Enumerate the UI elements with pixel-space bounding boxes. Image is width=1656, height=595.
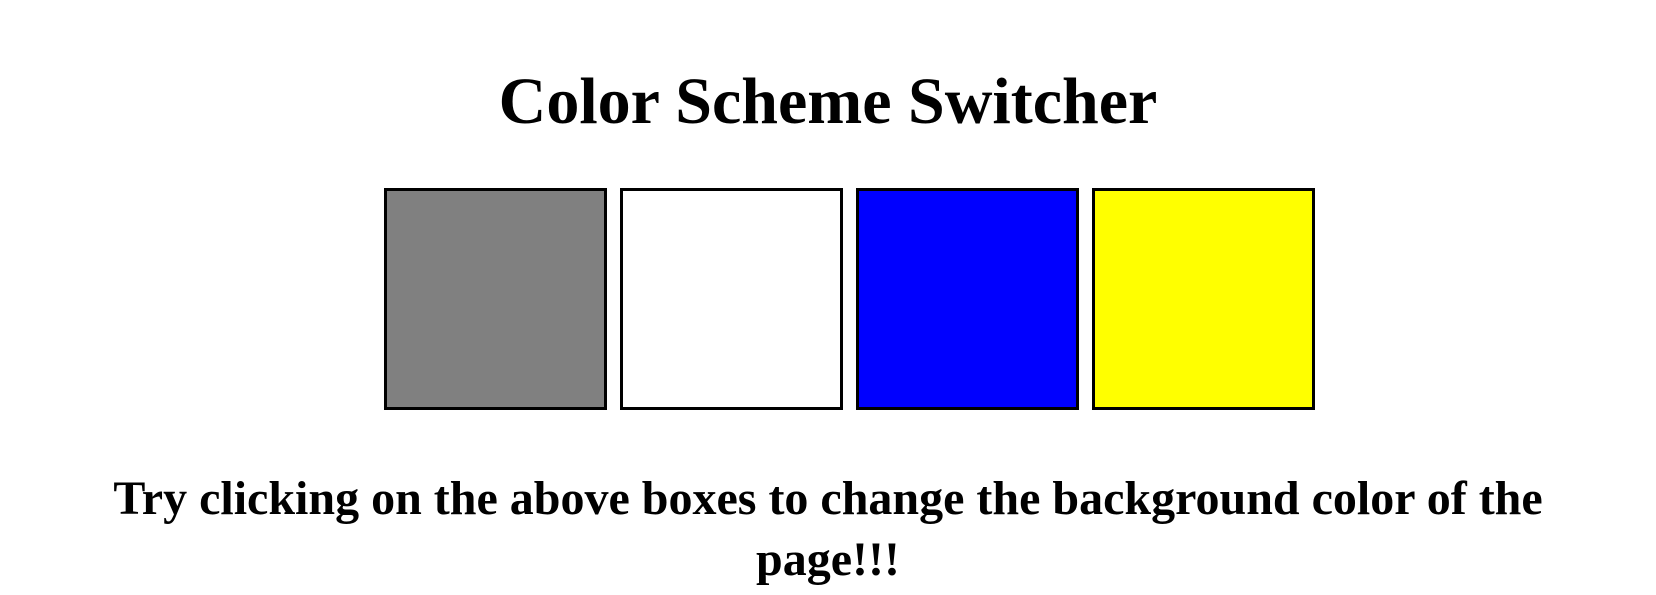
color-swatch-row: [384, 188, 1324, 414]
swatch-blue[interactable]: [856, 188, 1079, 410]
instructions-text: Try clicking on the above boxes to chang…: [113, 472, 1543, 586]
page-title: Color Scheme Switcher: [498, 65, 1158, 138]
swatch-yellow[interactable]: [1092, 188, 1315, 410]
swatch-grey[interactable]: [384, 188, 607, 410]
swatch-white[interactable]: [620, 188, 843, 410]
